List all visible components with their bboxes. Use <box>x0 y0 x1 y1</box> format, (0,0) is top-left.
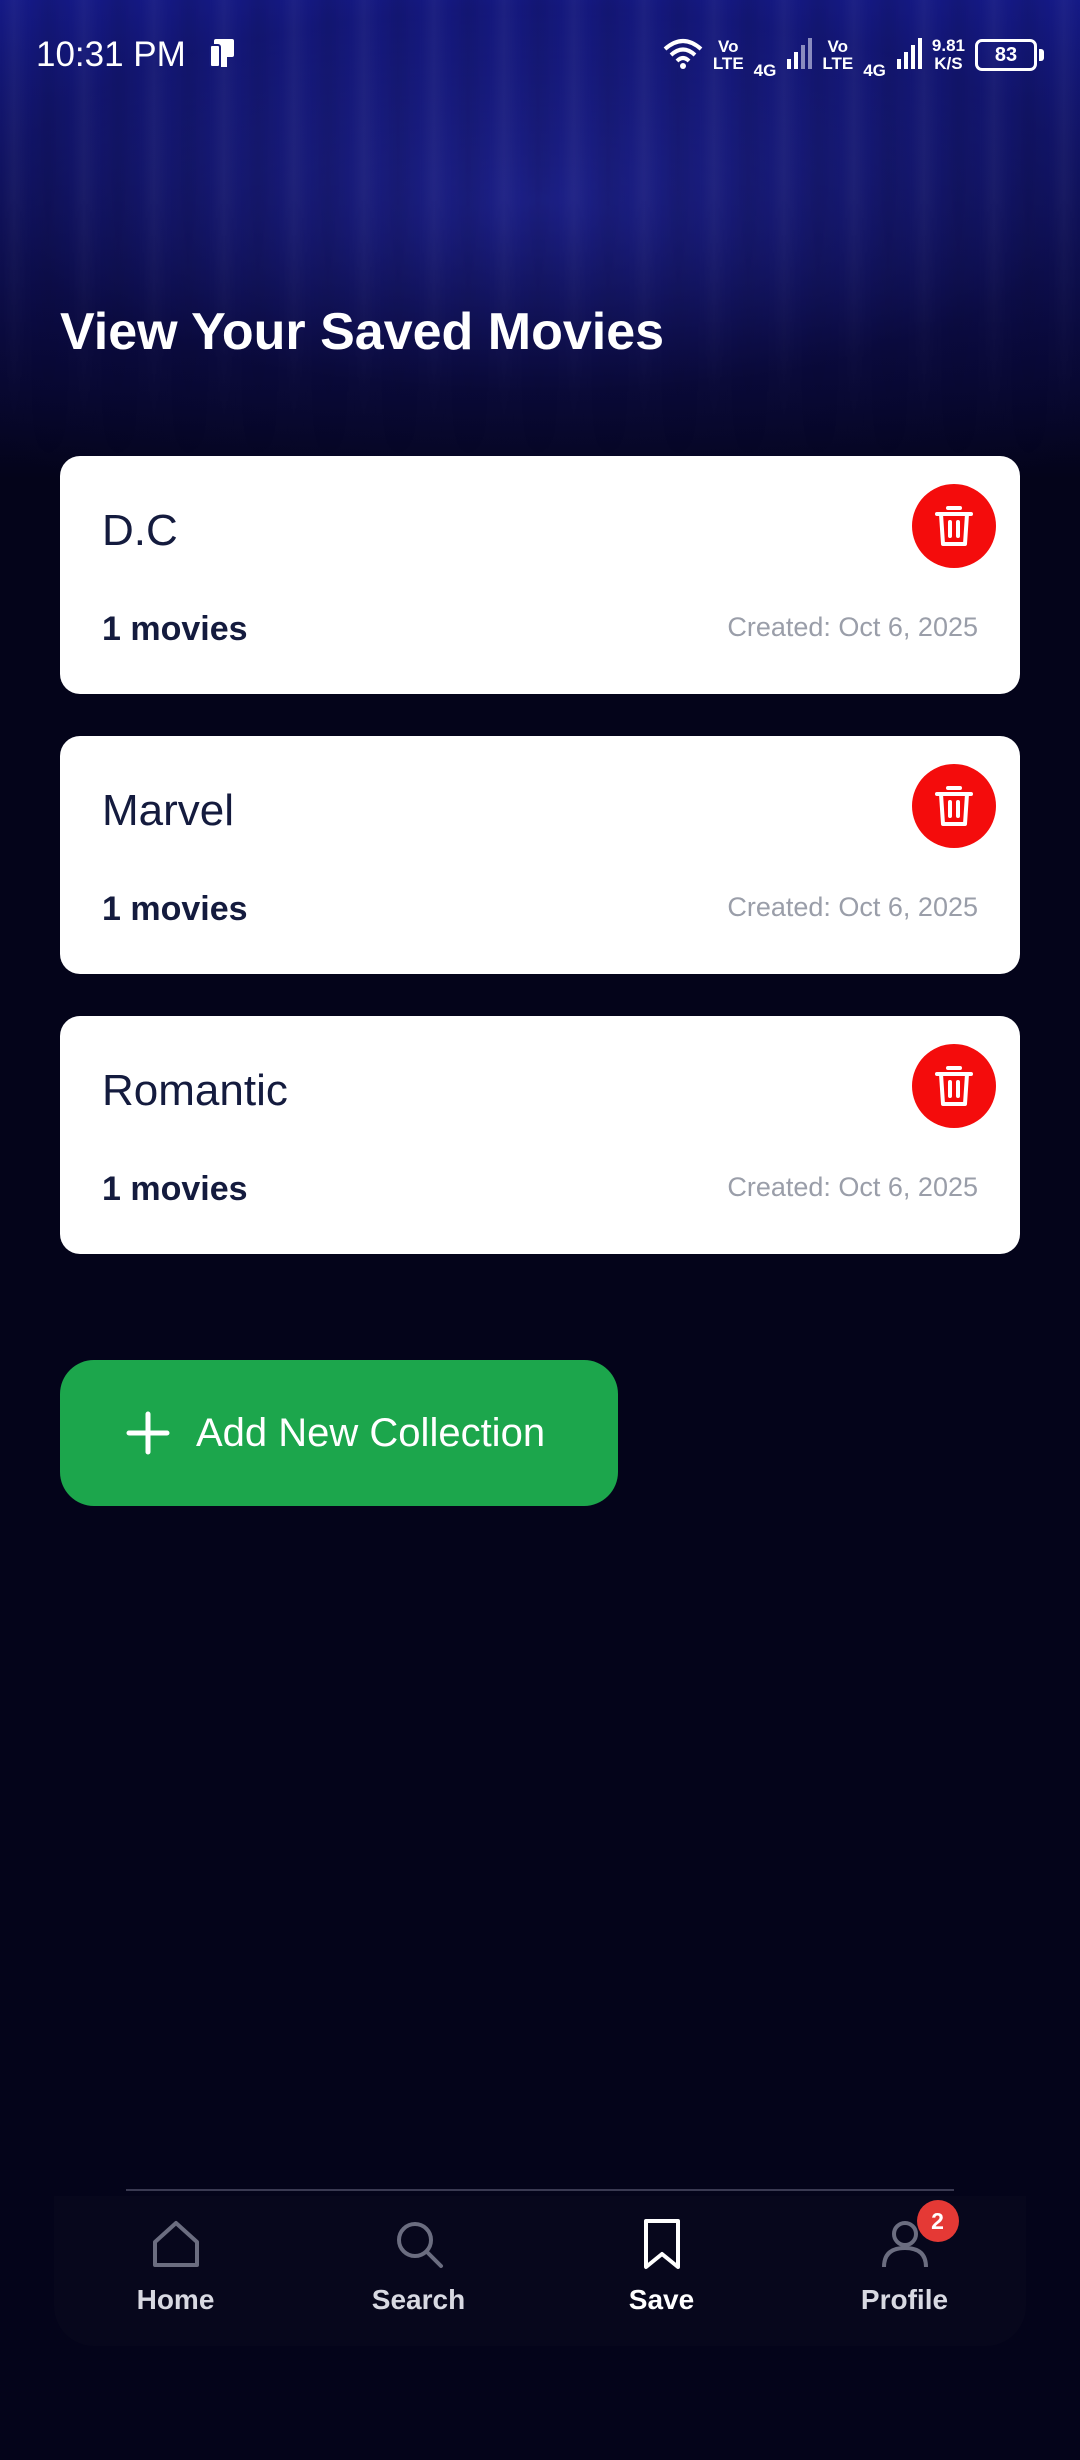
volte-bottom-1: LTE <box>712 54 744 73</box>
signal-icon-1 <box>786 37 813 74</box>
volte-indicator-1: Vo LTE <box>713 38 744 72</box>
wifi-icon <box>663 37 703 74</box>
collection-name: Romantic <box>102 1066 288 1115</box>
trash-icon <box>935 786 973 826</box>
nav-item-home[interactable]: Home <box>76 2196 276 2316</box>
collection-card[interactable]: D.C 1 movies Created: Oct 6, 2025 <box>60 456 1020 694</box>
speed-value: 9.81 <box>931 36 965 55</box>
battery-level: 83 <box>975 39 1037 71</box>
status-time: 10:31 PM <box>36 35 186 74</box>
status-right: Vo LTE 4G Vo LTE 4G 9.81 K/S 83 <box>663 32 1044 79</box>
nav-label-home: Home <box>136 2284 215 2315</box>
network-gen-2: 4G <box>863 60 886 80</box>
collection-movie-count: 1 movies <box>102 890 248 928</box>
saved-movies-screen: 10:31 PM Vo LTE 4G Vo LTE 4G 9.81 K/S 83… <box>0 0 1080 2460</box>
status-left: 10:31 PM <box>36 35 238 75</box>
collection-movie-count: 1 movies <box>102 610 248 648</box>
add-new-collection-label: Add New Collection <box>196 1410 546 1455</box>
nav-label-profile: Profile <box>860 2284 949 2315</box>
status-bar: 10:31 PM Vo LTE 4G Vo LTE 4G 9.81 K/S 83 <box>0 0 1080 110</box>
delete-collection-button[interactable] <box>912 484 996 568</box>
bottom-nav: Home Search Save 2 Profile <box>54 2196 1026 2346</box>
battery-tip <box>1039 49 1044 61</box>
notification-icon <box>208 37 238 74</box>
collection-created-date: Created: Oct 6, 2025 <box>727 1172 978 1202</box>
network-speed: 9.81 K/S <box>932 37 965 73</box>
collection-name: D.C <box>102 506 178 555</box>
search-icon <box>396 2222 443 2268</box>
volte-top-1: Vo <box>718 37 739 56</box>
delete-collection-button[interactable] <box>912 764 996 848</box>
volte-bottom-2: LTE <box>822 54 854 73</box>
collection-name: Marvel <box>102 786 235 835</box>
collection-card[interactable]: Marvel 1 movies Created: Oct 6, 2025 <box>60 736 1020 974</box>
page-title: View Your Saved Movies <box>60 303 665 361</box>
nav-label-search: Search <box>371 2284 466 2315</box>
add-new-collection-button[interactable]: Add New Collection <box>60 1360 618 1506</box>
bookmark-icon <box>643 2219 680 2269</box>
nav-item-profile[interactable]: 2 Profile <box>805 2196 1005 2316</box>
notification-badge: 2 <box>916 2200 959 2242</box>
volte-indicator-2: Vo LTE <box>822 38 853 72</box>
trash-icon <box>935 506 973 546</box>
nav-item-save[interactable]: Save <box>562 2196 762 2316</box>
collection-created-date: Created: Oct 6, 2025 <box>727 612 978 642</box>
collection-movie-count: 1 movies <box>102 1170 248 1208</box>
network-gen-1: 4G <box>753 60 777 80</box>
collection-created-date: Created: Oct 6, 2025 <box>727 892 978 922</box>
home-icon <box>152 2221 199 2267</box>
speed-unit: K/S <box>934 54 963 73</box>
delete-collection-button[interactable] <box>912 1044 996 1128</box>
battery-icon: 83 <box>975 39 1044 71</box>
bottom-nav-divider <box>126 2189 954 2191</box>
plus-icon <box>126 1411 170 1455</box>
nav-label-save: Save <box>628 2284 695 2315</box>
collection-card[interactable]: Romantic 1 movies Created: Oct 6, 2025 <box>60 1016 1020 1254</box>
nav-item-search[interactable]: Search <box>319 2196 519 2316</box>
volte-top-2: Vo <box>827 37 849 56</box>
signal-icon-2 <box>896 37 922 74</box>
trash-icon <box>935 1066 973 1106</box>
